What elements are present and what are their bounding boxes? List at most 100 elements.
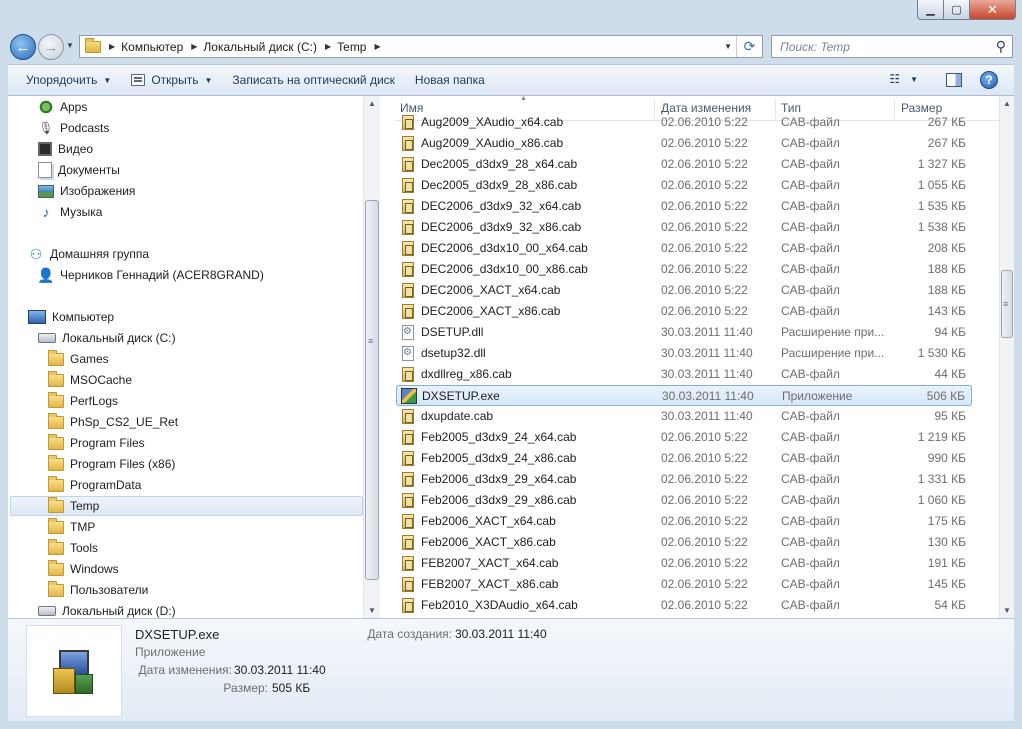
nav-item[interactable]: Локальный диск (D:) xyxy=(38,601,176,618)
nav-scroll-thumb[interactable] xyxy=(365,200,379,580)
homegroup-icon: ⚇ xyxy=(29,245,43,262)
file-row[interactable]: Dec2005_d3dx9_28_x64.cab 02.06.2010 5:22 C… xyxy=(396,154,972,175)
file-type: Расширение при... xyxy=(781,325,885,339)
file-name: Feb2010_X3DAudio_x64.cab xyxy=(421,598,578,612)
scroll-down-icon[interactable]: ▼ xyxy=(1003,606,1011,615)
minimize-button[interactable]: ▁ xyxy=(917,0,944,20)
recent-pages-dropdown-icon[interactable]: ▼ xyxy=(66,41,74,50)
file-row[interactable]: Feb2006_d3dx9_29_x64.cab 02.06.2010 5:22 C… xyxy=(396,469,972,490)
nav-item[interactable]: ♪ Музыка xyxy=(38,202,103,222)
file-size: 1 055 КБ xyxy=(917,178,966,192)
video-icon xyxy=(38,142,52,156)
new-folder-button[interactable]: Новая папка xyxy=(405,69,495,91)
open-button[interactable]: Открыть ▼ xyxy=(121,69,222,91)
breadcrumb-separator-icon[interactable]: ▶ xyxy=(191,42,197,51)
file-scrollbar[interactable]: ▲ ≡ ▼ xyxy=(999,96,1014,618)
nav-item[interactable]: Изображения xyxy=(38,181,135,201)
scroll-up-icon[interactable]: ▲ xyxy=(1003,99,1011,108)
nav-item[interactable]: Tools xyxy=(48,538,98,558)
nav-item[interactable]: 🎙 Podcasts xyxy=(38,118,109,138)
search-icon[interactable]: ⚲ xyxy=(996,38,1006,55)
file-date: 02.06.2010 5:22 xyxy=(661,514,748,528)
refresh-button[interactable]: ⟳ xyxy=(736,36,762,57)
file-date: 02.06.2010 5:22 xyxy=(661,136,748,150)
breadcrumb-separator-icon[interactable]: ▶ xyxy=(374,42,380,51)
nav-item[interactable]: 👤 Черников Геннадий (ACER8GRAND) xyxy=(37,265,264,285)
folder-icon xyxy=(48,349,64,366)
file-row[interactable]: dxdllreg_x86.cab 30.03.2011 11:40 CAB-файл… xyxy=(396,364,972,385)
file-row[interactable]: Feb2006_d3dx9_29_x86.cab 02.06.2010 5:22 C… xyxy=(396,490,972,511)
nav-item[interactable]: Видео xyxy=(38,139,93,159)
file-row[interactable]: Dec2005_d3dx9_28_x86.cab 02.06.2010 5:22 C… xyxy=(396,175,972,196)
file-row[interactable]: FEB2007_XACT_x86.cab 02.06.2010 5:22 CAB-ф… xyxy=(396,574,972,595)
file-row[interactable]: DEC2006_d3dx10_00_x64.cab 02.06.2010 5:22… xyxy=(396,238,972,259)
nav-item[interactable]: PerfLogs xyxy=(48,391,118,411)
nav-scrollbar[interactable]: ▲ ≡ ▼ xyxy=(363,96,380,618)
scroll-down-icon[interactable]: ▼ xyxy=(368,606,376,615)
nav-item[interactable]: ProgramData xyxy=(48,475,141,495)
file-date: 02.06.2010 5:22 xyxy=(661,556,748,570)
file-type: CAB-файл xyxy=(781,241,840,255)
cab-file-icon xyxy=(402,493,414,508)
file-row[interactable]: DEC2006_d3dx10_00_x86.cab 02.06.2010 5:22… xyxy=(396,259,972,280)
file-row[interactable]: Feb2005_d3dx9_24_x86.cab 02.06.2010 5:22 C… xyxy=(396,448,972,469)
breadcrumb-separator-icon[interactable]: ▶ xyxy=(325,42,331,51)
file-row[interactable]: DEC2006_XACT_x86.cab 02.06.2010 5:22 CAB-ф… xyxy=(396,301,972,322)
nav-item[interactable]: Games xyxy=(48,349,109,369)
file-row[interactable]: dxupdate.cab 30.03.2011 11:40 CAB-файл 95 К… xyxy=(396,406,972,427)
nav-item[interactable]: PhSp_CS2_UE_Ret xyxy=(48,412,178,432)
file-row[interactable]: FEB2007_XACT_x64.cab 02.06.2010 5:22 CAB-ф… xyxy=(396,553,972,574)
file-row[interactable]: DEC2006_d3dx9_32_x64.cab 02.06.2010 5:22 C… xyxy=(396,196,972,217)
nav-item[interactable]: Windows xyxy=(48,559,119,579)
maximize-button[interactable]: ▢ xyxy=(944,0,970,20)
file-row[interactable]: dsetup32.dll 30.03.2011 11:40 Расширение п… xyxy=(396,343,972,364)
nav-item[interactable]: Program Files (x86) xyxy=(48,454,175,474)
file-row[interactable]: Feb2006_XACT_x86.cab 02.06.2010 5:22 CAB-ф… xyxy=(396,532,972,553)
nav-item[interactable]: Компьютер xyxy=(28,307,114,327)
file-type: CAB-файл xyxy=(781,283,840,297)
file-row[interactable]: DXSETUP.exe 30.03.2011 11:40 Приложение 506… xyxy=(396,385,972,406)
exe-file-icon xyxy=(401,388,417,404)
details-size-label: Размер: xyxy=(223,681,268,695)
file-name: FEB2007_XACT_x64.cab xyxy=(421,556,559,570)
file-row[interactable]: Aug2009_XAudio_x64.cab 02.06.2010 5:22 CAB… xyxy=(396,112,972,133)
preview-pane-button[interactable] xyxy=(946,73,962,87)
file-row[interactable]: Feb2005_d3dx9_24_x64.cab 02.06.2010 5:22 C… xyxy=(396,427,972,448)
address-bar[interactable]: ▶ Компьютер ▶ Локальный диск (C:) ▶ Temp… xyxy=(79,35,763,58)
nav-item-label: Podcasts xyxy=(60,121,110,135)
file-row[interactable]: DEC2006_XACT_x64.cab 02.06.2010 5:22 CAB-ф… xyxy=(396,280,972,301)
burn-button[interactable]: Записать на оптический диск xyxy=(222,69,405,91)
address-dropdown-icon[interactable]: ▼ xyxy=(724,42,732,51)
help-button[interactable]: ? xyxy=(980,71,998,89)
file-row[interactable]: DSETUP.dll 30.03.2011 11:40 Расширение при… xyxy=(396,322,972,343)
nav-item[interactable]: Apps xyxy=(38,97,87,117)
organize-button[interactable]: Упорядочить ▼ xyxy=(16,69,121,91)
close-button[interactable]: ✕ xyxy=(970,0,1016,20)
breadcrumb-computer[interactable]: Компьютер xyxy=(121,40,183,54)
pane-splitter[interactable] xyxy=(380,96,396,618)
file-size: 54 КБ xyxy=(934,598,966,612)
nav-item[interactable]: Temp xyxy=(10,496,363,516)
nav-item-label: Музыка xyxy=(60,205,103,219)
forward-button[interactable]: → xyxy=(38,34,64,60)
file-row[interactable]: Feb2010_X3DAudio_x64.cab 02.06.2010 5:22 C… xyxy=(396,595,972,616)
nav-item[interactable]: ⚇ Домашняя группа xyxy=(28,244,149,264)
change-view-button[interactable]: ☷ ▼ xyxy=(889,72,918,86)
file-row[interactable]: Feb2006_XACT_x64.cab 02.06.2010 5:22 CAB-ф… xyxy=(396,511,972,532)
nav-item[interactable]: Program Files xyxy=(48,433,145,453)
nav-item[interactable]: MSOCache xyxy=(48,370,132,390)
nav-item[interactable]: Локальный диск (C:) xyxy=(38,328,176,348)
breadcrumb-drive-c[interactable]: Локальный диск (C:) xyxy=(203,40,317,54)
breadcrumb-separator-icon[interactable]: ▶ xyxy=(109,42,115,51)
nav-item[interactable]: Документы xyxy=(38,160,120,180)
breadcrumb-temp[interactable]: Temp xyxy=(337,40,366,54)
file-row[interactable]: DEC2006_d3dx9_32_x86.cab 02.06.2010 5:22 C… xyxy=(396,217,972,238)
nav-item[interactable]: TMP xyxy=(48,517,95,537)
nav-item[interactable]: Пользователи xyxy=(48,580,148,600)
search-input[interactable]: Поиск: Temp ⚲ xyxy=(771,35,1013,58)
scroll-up-icon[interactable]: ▲ xyxy=(368,99,376,108)
back-button[interactable]: ← xyxy=(10,34,36,60)
file-type: CAB-файл xyxy=(781,304,840,318)
cab-file-icon xyxy=(402,535,414,550)
file-row[interactable]: Aug2009_XAudio_x86.cab 02.06.2010 5:22 CAB… xyxy=(396,133,972,154)
